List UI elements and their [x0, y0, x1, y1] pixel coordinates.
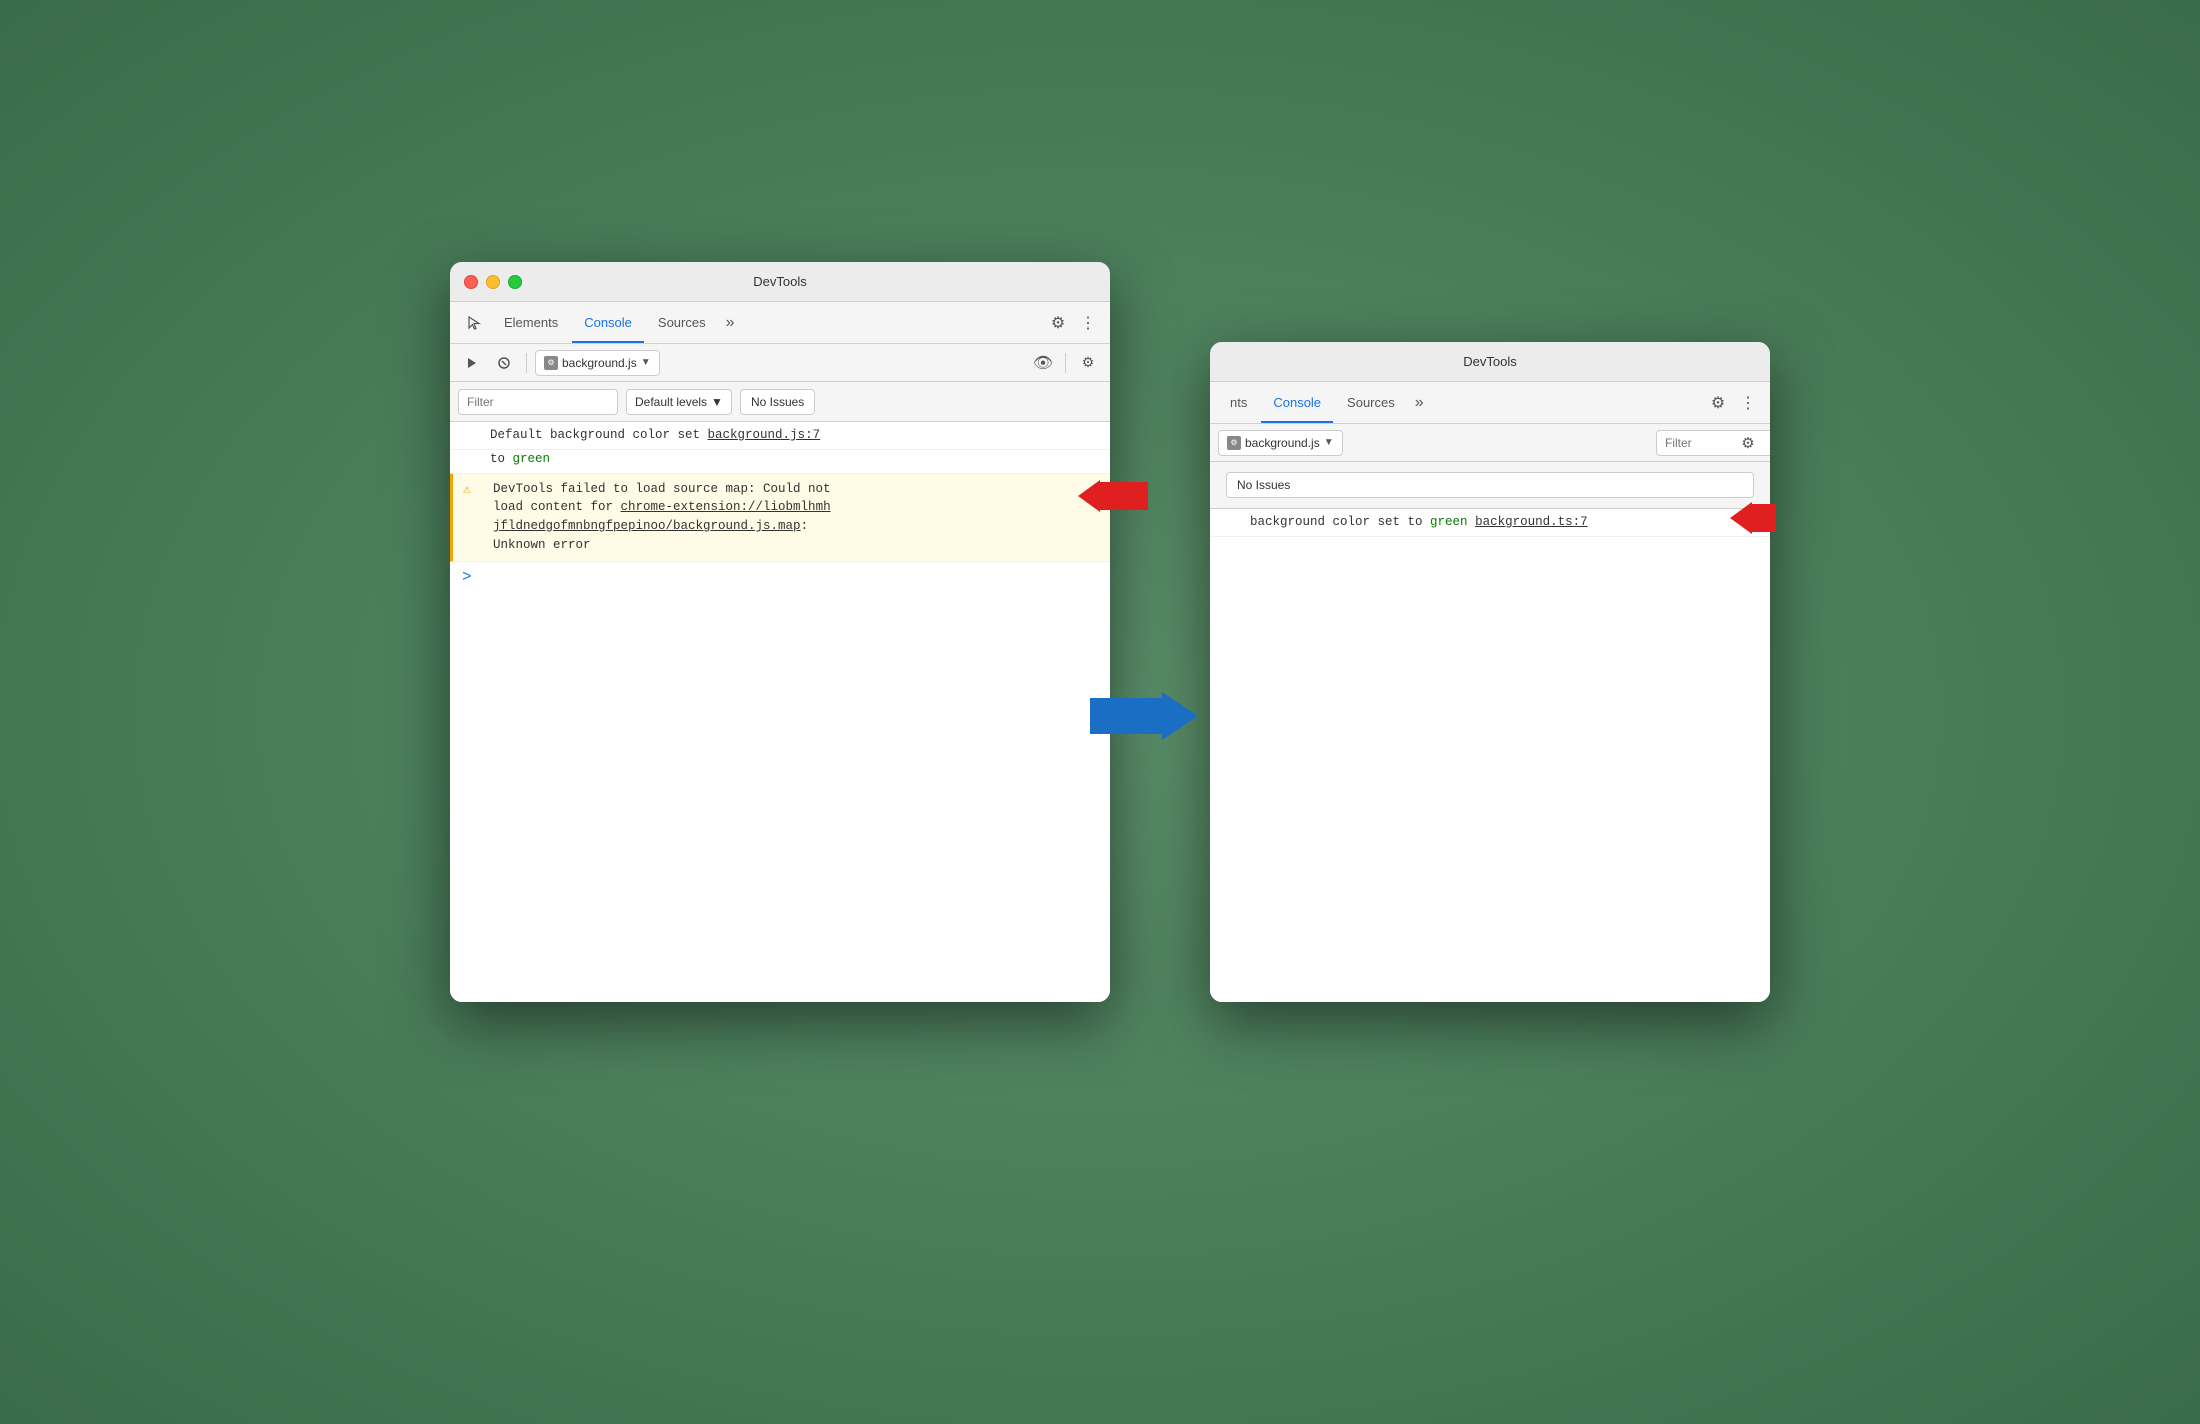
levels-dropdown-left[interactable]: Default levels ▼: [626, 389, 732, 415]
console-row-right-1: background color set to green background…: [1210, 509, 1770, 537]
console-prompt-left[interactable]: >: [450, 562, 1110, 592]
toolbar-divider-2: [1065, 353, 1066, 373]
console-row-warning: ⚠ DevTools failed to load source map: Co…: [450, 474, 1110, 562]
blue-arrow-body: [1090, 698, 1162, 734]
scene: DevTools Elements Console Sources » ⚙ ⋮: [400, 162, 1800, 1262]
blue-arrow: [1090, 692, 1198, 740]
close-button[interactable]: [464, 275, 478, 289]
console-link-1[interactable]: background.js:7: [708, 428, 821, 442]
settings-icon-left[interactable]: ⚙: [1044, 309, 1072, 337]
maximize-button[interactable]: [508, 275, 522, 289]
traffic-lights-left: [464, 275, 522, 289]
toolbar-right: ⚙ background.js ▼ 👁 ⚙: [1210, 424, 1770, 462]
console-link-warning[interactable]: chrome-extension://liobmlhmh jfldnedgofm…: [493, 500, 831, 533]
context-dropdown-arrow-right: ▼: [1324, 437, 1334, 448]
play-icon[interactable]: [458, 349, 486, 377]
console-link-right-1[interactable]: background.ts:7: [1475, 515, 1588, 529]
red-arrow-right-body: [1752, 504, 1776, 532]
tab-bar-right: nts Console Sources » ⚙ ⋮: [1210, 382, 1770, 424]
title-bar-left: DevTools: [450, 262, 1110, 302]
console-content-right: background color set to green background…: [1210, 509, 1770, 1002]
devtools-window-right: DevTools nts Console Sources » ⚙ ⋮ ⚙ bac…: [1210, 342, 1770, 1002]
filter-bar-left: Default levels ▼ No Issues: [450, 382, 1110, 422]
issues-button-right[interactable]: No Issues: [1226, 472, 1754, 498]
tab-more-right[interactable]: »: [1409, 394, 1430, 412]
settings-icon-toolbar-left[interactable]: ⚙: [1074, 349, 1102, 377]
tab-nts-right[interactable]: nts: [1218, 387, 1259, 419]
issues-button-left[interactable]: No Issues: [740, 389, 815, 415]
red-arrow-left-tip: [1078, 480, 1100, 512]
devtools-window-left: DevTools Elements Console Sources » ⚙ ⋮: [450, 262, 1110, 1002]
red-arrow-left-body: [1100, 482, 1148, 510]
red-arrow-left: [1078, 480, 1148, 512]
tab-bar-left: Elements Console Sources » ⚙ ⋮: [450, 302, 1110, 344]
context-icon-right: ⚙: [1227, 436, 1241, 450]
window-title-left: DevTools: [753, 274, 806, 289]
tab-more-left[interactable]: »: [720, 314, 741, 332]
console-row-1b: to green: [450, 450, 1110, 474]
filter-input-left[interactable]: [458, 389, 618, 415]
tab-console-right[interactable]: Console: [1261, 387, 1333, 419]
issues-bar-right: No Issues: [1210, 462, 1770, 509]
tab-console-left[interactable]: Console: [572, 307, 644, 339]
context-icon-left: ⚙: [544, 356, 558, 370]
context-selector-left[interactable]: ⚙ background.js ▼: [535, 350, 660, 376]
context-selector-right[interactable]: ⚙ background.js ▼: [1218, 430, 1343, 456]
tab-elements-left[interactable]: Elements: [492, 307, 570, 339]
red-arrow-right-tip: [1730, 502, 1752, 534]
toolbar-divider-1: [526, 353, 527, 373]
levels-arrow-icon: ▼: [711, 395, 723, 409]
filter-input-right-container: [1702, 429, 1730, 457]
settings-icon-right[interactable]: ⚙: [1704, 389, 1732, 417]
minimize-button[interactable]: [486, 275, 500, 289]
settings-icon-toolbar-right[interactable]: ⚙: [1734, 429, 1762, 457]
more-options-icon-right[interactable]: ⋮: [1734, 389, 1762, 417]
stop-icon[interactable]: [490, 349, 518, 377]
blue-arrow-tip: [1162, 692, 1198, 740]
more-options-icon-left[interactable]: ⋮: [1074, 309, 1102, 337]
title-bar-right: DevTools: [1210, 342, 1770, 382]
tab-sources-left[interactable]: Sources: [646, 307, 718, 339]
window-title-right: DevTools: [1463, 354, 1516, 369]
cursor-icon[interactable]: [458, 307, 490, 339]
eye-icon-left[interactable]: 👁: [1029, 349, 1057, 377]
context-dropdown-arrow: ▼: [641, 357, 651, 368]
red-arrow-right: [1730, 502, 1776, 534]
console-content-left: Default background color set background.…: [450, 422, 1110, 1002]
warning-icon: ⚠: [463, 480, 471, 500]
toolbar-left: ⚙ background.js ▼ 👁 ⚙: [450, 344, 1110, 382]
console-row-1: Default background color set background.…: [450, 422, 1110, 450]
tab-sources-right[interactable]: Sources: [1335, 387, 1407, 419]
